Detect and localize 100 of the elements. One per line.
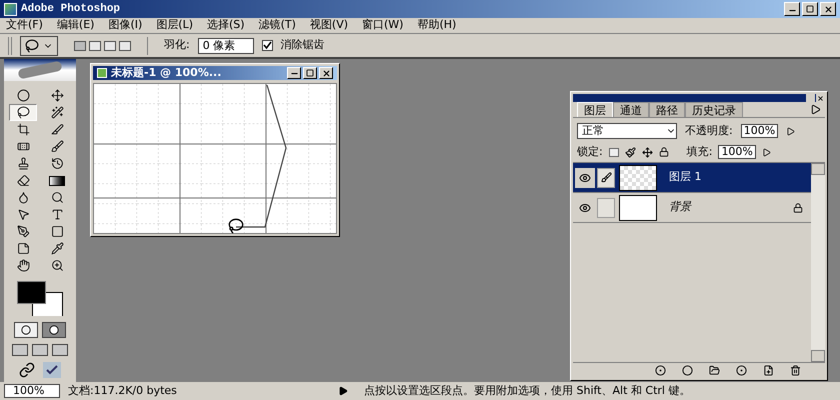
check-icon[interactable] xyxy=(43,362,61,378)
app-icon xyxy=(4,2,17,16)
close-icon xyxy=(824,4,832,14)
magnifier-icon xyxy=(50,191,64,204)
history-icon xyxy=(50,157,64,170)
lasso-cursor-icon xyxy=(228,218,244,234)
layer-row[interactable]: 图层 1 xyxy=(573,163,811,193)
menu-item[interactable]: 窗口(W) xyxy=(362,17,404,34)
standard-mode-icon[interactable] xyxy=(14,322,38,338)
scrollbar[interactable] xyxy=(811,163,825,362)
minimize-button[interactable] xyxy=(784,2,800,16)
feather-label: 羽化: xyxy=(164,37,190,54)
status-hint: 点按以设置选区段点。要用附加选项，使用 Shift、Alt 和 Ctrl 键。 xyxy=(364,382,690,399)
menu-item[interactable]: 图像(I) xyxy=(108,17,142,34)
tool-preset-button[interactable] xyxy=(20,36,58,56)
panel-tab[interactable]: 历史记录 xyxy=(685,102,743,117)
document-size: 文档:117.2K/0 bytes xyxy=(68,382,178,399)
link-slot[interactable] xyxy=(597,168,615,188)
selection-mode-icon[interactable] xyxy=(104,40,116,50)
selection-mode-icon[interactable] xyxy=(119,40,131,50)
ellipse-icon xyxy=(16,89,30,102)
quick-mask-icon[interactable] xyxy=(42,322,66,338)
selection-mode-icon[interactable] xyxy=(89,40,101,50)
zoom-icon xyxy=(50,259,64,272)
color-swatches-drawing[interactable] xyxy=(16,280,64,316)
document-icon xyxy=(97,68,107,78)
anti-alias-checkbox[interactable] xyxy=(262,40,273,51)
droplet-icon xyxy=(16,191,30,204)
panel-tab[interactable]: 图层 xyxy=(577,102,613,117)
opacity-label: 不透明度: xyxy=(685,122,733,139)
brush-icon xyxy=(50,140,64,154)
fill-field[interactable]: 100% xyxy=(718,145,756,159)
pointer-icon xyxy=(16,208,30,222)
eyedropper-icon xyxy=(50,242,64,256)
tool-button[interactable] xyxy=(9,104,37,122)
close-button[interactable] xyxy=(820,2,836,16)
stamp-icon xyxy=(16,157,30,170)
screen-mode-icon[interactable] xyxy=(52,344,68,356)
lock-transparency-icon[interactable] xyxy=(608,148,619,156)
menu-item[interactable]: 帮助(H) xyxy=(417,17,456,34)
pen-icon xyxy=(16,225,30,238)
arrow-icon[interactable] xyxy=(786,126,796,136)
trash-icon[interactable] xyxy=(790,365,801,376)
opacity-field[interactable]: 100% xyxy=(740,124,778,138)
maximize-button[interactable] xyxy=(802,2,818,16)
menu-item[interactable]: 图层(L) xyxy=(156,17,194,34)
document-title: 未标题-1 @ 100%... xyxy=(111,64,222,81)
lock-icon[interactable] xyxy=(658,147,669,157)
brush-icon[interactable] xyxy=(624,146,636,158)
screen-mode-icon[interactable] xyxy=(32,344,48,356)
close-icon xyxy=(322,68,330,78)
layer-row[interactable]: 背景 xyxy=(573,193,811,223)
gradient-icon xyxy=(49,176,65,186)
mask-icon[interactable] xyxy=(682,365,693,376)
arrow-icon[interactable] xyxy=(762,148,771,156)
new-layer-icon[interactable] xyxy=(763,365,774,376)
blend-mode-dropdown[interactable]: 正常 xyxy=(577,123,677,139)
maximize-icon xyxy=(306,69,314,77)
grip-handle[interactable] xyxy=(8,36,12,54)
lasso-icon xyxy=(16,106,30,120)
menu-item[interactable]: 文件(F) xyxy=(6,17,43,34)
menu-item[interactable]: 滤镜(T) xyxy=(258,17,296,34)
move-icon xyxy=(50,89,64,102)
lock-label: 锁定: xyxy=(577,144,603,160)
menu-item[interactable]: 视图(V) xyxy=(310,17,348,34)
square-icon xyxy=(50,225,64,238)
wand-icon xyxy=(50,106,64,120)
maximize-button[interactable] xyxy=(303,67,317,79)
hand-icon xyxy=(16,259,30,272)
crop-icon xyxy=(16,123,30,136)
close-button[interactable] xyxy=(319,67,333,79)
panel-tab[interactable]: 路径 xyxy=(649,102,685,117)
close-button[interactable] xyxy=(816,94,825,102)
lasso-icon xyxy=(25,38,39,52)
brush-icon xyxy=(600,172,612,183)
maximize-icon xyxy=(806,5,814,13)
eraser-icon xyxy=(16,174,30,188)
screen-mode-icon[interactable] xyxy=(12,344,28,356)
panel-menu-icon[interactable] xyxy=(810,104,821,115)
layer-name: 图层 1 xyxy=(669,169,702,186)
folder-icon[interactable] xyxy=(709,365,720,376)
panel-tab[interactable]: 通道 xyxy=(613,102,649,117)
minimize-button[interactable] xyxy=(287,67,301,79)
feather-field[interactable]: 0 像素 xyxy=(198,38,254,54)
window-title: Adobe Photoshop xyxy=(21,2,122,17)
move-icon[interactable] xyxy=(642,146,653,158)
feather-logo xyxy=(4,59,76,82)
eye-icon[interactable] xyxy=(575,168,595,188)
note-icon xyxy=(16,242,30,256)
lock-icon xyxy=(793,202,803,212)
menu-item[interactable]: 编辑(E) xyxy=(56,17,94,34)
selection-mode-icon[interactable] xyxy=(74,40,86,50)
type-icon xyxy=(50,208,64,222)
knife-icon xyxy=(50,123,64,136)
fill-label: 填充: xyxy=(686,144,712,160)
layer-name: 背景 xyxy=(669,199,693,216)
menu-item[interactable]: 选择(S) xyxy=(207,17,245,34)
anti-alias-label: 消除锯齿 xyxy=(280,37,325,54)
arrow-icon[interactable] xyxy=(338,386,348,396)
zoom-field[interactable]: 100% xyxy=(4,384,60,398)
